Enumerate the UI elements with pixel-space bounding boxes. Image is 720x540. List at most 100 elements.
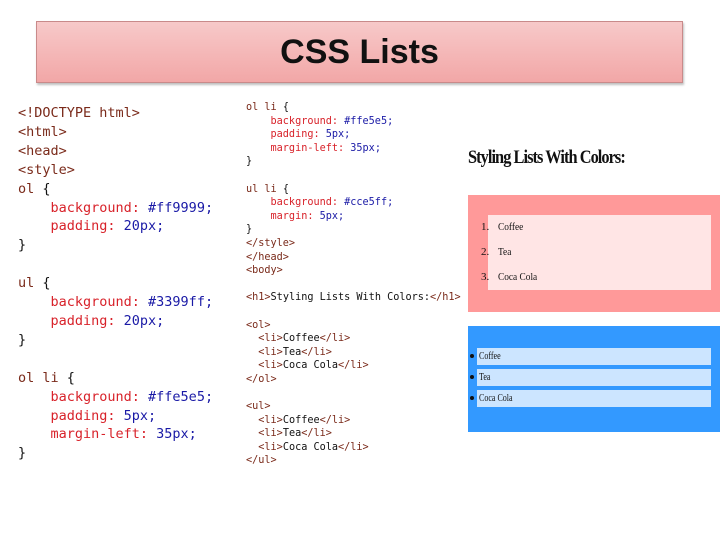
- code-token: <li>: [246, 333, 283, 345]
- code-token: <li>: [246, 441, 283, 453]
- code-token: </ol>: [246, 373, 277, 385]
- code-token: {: [282, 102, 289, 113]
- code-token: <ol>: [246, 319, 271, 331]
- slide-title-box: CSS Lists: [36, 21, 683, 83]
- code-line: background: #ffe5e5;: [18, 388, 214, 407]
- code-line: </ul>: [246, 454, 461, 468]
- code-token: margin:: [246, 210, 320, 222]
- code-line: <li>Tea</li>: [246, 427, 461, 441]
- code-token: Tea: [282, 428, 302, 440]
- code-token: }: [18, 445, 27, 462]
- code-line: background: #cce5ff;: [246, 196, 461, 210]
- code-token: padding:: [18, 312, 124, 329]
- code-line: <li>Tea</li>: [246, 346, 461, 360]
- code-line: </ol>: [246, 373, 461, 387]
- list-item-label: Coca Cola: [498, 271, 538, 283]
- preview-heading: Styling Lists With Colors:: [468, 147, 626, 168]
- code-token: <style>: [18, 161, 75, 178]
- code-block-left: <!DOCTYPE html> <html> <head> <style> ol { b…: [18, 104, 213, 463]
- code-line: }: [18, 331, 213, 350]
- code-token: #ffe5e5;: [344, 115, 394, 127]
- code-line: <!DOCTYPE html>: [18, 104, 213, 123]
- bullet-icon: [470, 375, 474, 379]
- code-token: {: [282, 183, 289, 195]
- code-token: <h1>: [246, 292, 271, 304]
- code-token: </li>: [338, 360, 369, 372]
- bullet-icon: [470, 354, 474, 358]
- code-token: </li>: [301, 346, 332, 358]
- code-token: </style>: [246, 237, 296, 249]
- code-line: }: [246, 223, 461, 237]
- code-line: <li>Coca Cola</li>: [246, 441, 461, 455]
- code-token: </li>: [319, 333, 351, 345]
- code-token: }: [18, 237, 27, 254]
- code-line: <li>Coffee</li>: [246, 332, 461, 346]
- code-token: }: [18, 331, 27, 348]
- code-line: padding: 5px;: [246, 128, 461, 142]
- code-line: <li>Coca Cola</li>: [246, 359, 461, 373]
- code-line: ol li {: [18, 369, 213, 388]
- code-line: background: #3399ff;: [18, 293, 214, 312]
- code-token: <!DOCTYPE html>: [18, 105, 140, 121]
- code-token: margin-left:: [246, 142, 351, 154]
- code-token: ul li: [246, 183, 283, 195]
- code-token: background:: [18, 388, 149, 405]
- code-token: Tea: [282, 346, 302, 358]
- code-token: margin-left:: [18, 426, 157, 443]
- code-token: padding:: [18, 218, 124, 235]
- code-line: <html>: [18, 123, 213, 142]
- code-line: padding: 5px;: [18, 407, 213, 426]
- code-line: margin-left: 35px;: [18, 425, 213, 444]
- code-line: background: #ff9999;: [18, 199, 214, 218]
- list-item-label: Coffee: [479, 351, 501, 362]
- code-token: <li>: [246, 360, 283, 372]
- code-line: <h1>Styling Lists With Colors:</h1>: [246, 291, 461, 305]
- code-line: ol {: [18, 180, 213, 199]
- code-line: ol li {: [246, 101, 461, 115]
- ordered-list-item: 3. Coca Cola: [481, 265, 711, 290]
- code-token: ol li: [246, 102, 283, 113]
- code-token: 20px;: [123, 218, 165, 235]
- code-line: ul {: [18, 274, 213, 293]
- code-token: </head>: [246, 251, 289, 263]
- code-line: <li>Coffee</li>: [246, 414, 461, 428]
- code-token: background:: [18, 294, 149, 311]
- list-number: 2.: [481, 246, 490, 258]
- code-line: <ol>: [246, 319, 461, 333]
- list-item-label: Tea: [479, 372, 491, 383]
- slide-title: CSS Lists: [280, 32, 439, 71]
- code-token: ol: [18, 180, 43, 197]
- ordered-list-item: 1. Coffee: [481, 215, 711, 240]
- code-token: #ffe5e5;: [148, 388, 214, 405]
- code-token: }: [246, 224, 253, 236]
- code-token: {: [42, 275, 51, 292]
- code-line: </style>: [246, 237, 461, 251]
- code-line: </head>: [246, 251, 461, 265]
- code-token: #3399ff;: [148, 294, 214, 311]
- code-line: }: [246, 155, 461, 169]
- code-line: margin-left: 35px;: [246, 142, 461, 156]
- code-token: Coffee: [282, 414, 320, 426]
- code-token: 35px;: [350, 142, 381, 154]
- code-token: <li>: [246, 428, 283, 440]
- code-token: <html>: [18, 123, 67, 140]
- code-token: }: [246, 156, 253, 168]
- code-line: margin: 5px;: [246, 210, 461, 224]
- code-token: background:: [246, 197, 345, 209]
- code-token: {: [42, 180, 51, 197]
- code-token: <li>: [246, 414, 283, 426]
- list-item-label: Coffee: [498, 221, 524, 233]
- code-token: Coffee: [282, 333, 320, 345]
- ordered-list-preview: 1. Coffee 2. Tea 3. Coca Cola: [468, 195, 720, 312]
- code-token: 35px;: [156, 426, 197, 443]
- code-token: <ul>: [246, 401, 271, 413]
- code-token: </ul>: [246, 455, 277, 467]
- code-token: 5px;: [123, 407, 157, 424]
- bullet-icon: [470, 396, 474, 400]
- code-block-right: ol li { background: #ffe5e5; padding: 5p…: [246, 101, 461, 468]
- code-line: }: [18, 444, 213, 463]
- code-token: 5px;: [319, 210, 345, 222]
